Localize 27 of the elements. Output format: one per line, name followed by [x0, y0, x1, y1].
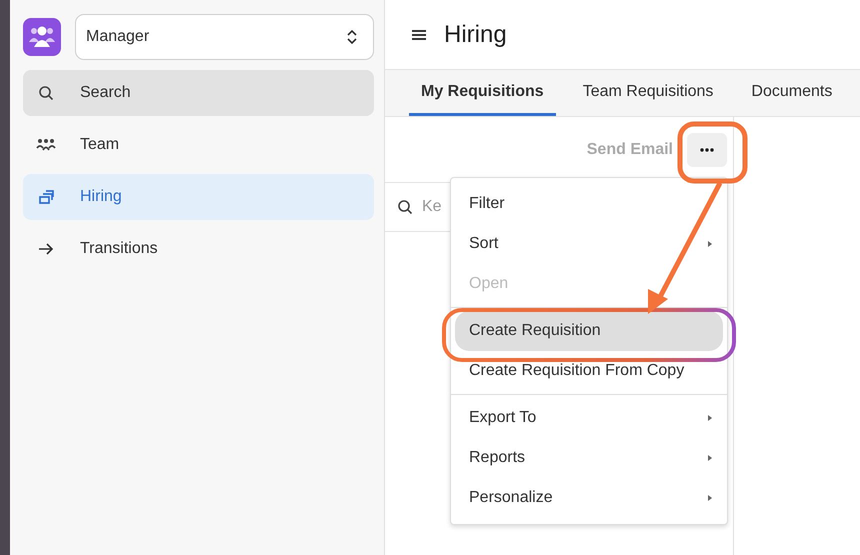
menu-item[interactable]: Export To — [452, 398, 726, 438]
menu-item[interactable]: Personalize — [452, 478, 726, 518]
search-icon — [38, 85, 54, 101]
menu-icon[interactable] — [412, 28, 426, 40]
tab[interactable]: Documents — [739, 70, 844, 116]
app-logo-icon — [23, 18, 61, 56]
role-select[interactable]: Manager — [75, 14, 374, 60]
stacked-boxes-icon — [38, 189, 54, 205]
search-field[interactable]: Search — [23, 70, 374, 116]
highlight-ring — [678, 122, 748, 184]
chevron-up-down-icon — [347, 30, 357, 44]
menu-item[interactable]: Sort — [452, 224, 726, 264]
menu-item[interactable]: Reports — [452, 438, 726, 478]
people-icon — [36, 138, 56, 152]
menu-item[interactable]: Create Requisition From Copy — [452, 351, 726, 391]
page-title: Hiring — [444, 20, 507, 48]
more-options-button[interactable] — [687, 132, 727, 166]
ellipsis-icon — [700, 148, 714, 152]
tab[interactable]: Team Requisitions — [570, 70, 726, 116]
search-icon — [397, 199, 413, 215]
arrow-right-icon — [38, 243, 54, 255]
menu-item[interactable]: Filter — [452, 184, 726, 224]
sidebar-item[interactable]: Team — [23, 122, 374, 168]
sidebar-item[interactable]: Hiring — [23, 174, 374, 220]
tab[interactable]: My Requisitions — [409, 70, 556, 116]
sidebar-item[interactable]: Transitions — [23, 226, 374, 272]
menu-item[interactable]: Create Requisition — [455, 311, 723, 351]
